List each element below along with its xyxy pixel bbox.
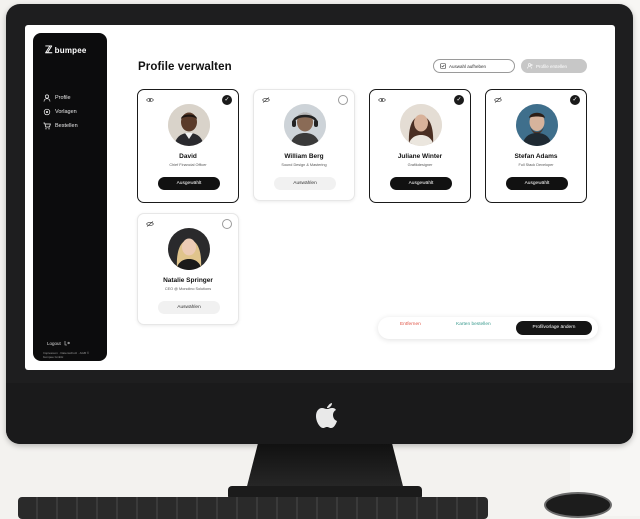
cart-icon	[43, 122, 51, 130]
desktop-scene: ℤ bumpee Profile Vorlagen Bestellen Logo…	[0, 0, 640, 519]
avatar	[516, 104, 558, 146]
select-button[interactable]: Ausgewählt	[390, 177, 452, 190]
profile-name: Juliane Winter	[397, 153, 443, 160]
select-button[interactable]: Auswählen	[158, 301, 220, 314]
sidebar-item-profile[interactable]: Profile	[43, 91, 78, 105]
sidebar-item-vorlagen[interactable]: Vorlagen	[43, 105, 78, 119]
profile-name: William Berg	[284, 153, 324, 160]
eye-icon[interactable]	[146, 97, 154, 103]
logout-label: Logout	[47, 340, 61, 346]
screen: ℤ bumpee Profile Vorlagen Bestellen Logo…	[25, 25, 615, 370]
unselected-check-icon[interactable]	[338, 95, 348, 105]
profile-role: Full Stack Developer	[518, 163, 554, 167]
profile-role: Sound Design & Mastering	[281, 163, 327, 167]
order-cards-button[interactable]: Karten bestellen	[456, 322, 491, 327]
profile-card[interactable]: Natalie Springer CEO @ Monolino Solution…	[137, 213, 239, 325]
profile-card[interactable]: ✓ David Chief Financial Officer Ausgewäh…	[137, 89, 239, 203]
sidebar-item-label: Bestellen	[55, 123, 78, 129]
apple-logo-icon	[316, 403, 337, 428]
eye-off-icon[interactable]	[262, 97, 270, 103]
logo[interactable]: ℤ bumpee	[45, 45, 87, 56]
profile-name: Natalie Springer	[163, 277, 213, 284]
eye-icon[interactable]	[378, 97, 386, 103]
selected-check-icon[interactable]: ✓	[570, 95, 580, 105]
add-user-icon	[527, 63, 533, 69]
add-profile-label: Profile erstellen	[536, 63, 568, 69]
avatar	[168, 228, 210, 270]
profile-icon	[43, 94, 51, 102]
change-template-button[interactable]: Profilvorlage ändern	[516, 321, 592, 335]
selected-check-icon[interactable]: ✓	[454, 95, 464, 105]
templates-icon	[43, 108, 51, 116]
sidebar: ℤ bumpee Profile Vorlagen Bestellen Logo…	[33, 33, 107, 361]
logout-button[interactable]: Logout	[47, 340, 70, 346]
profile-card[interactable]: William Berg Sound Design & Mastering Au…	[253, 89, 355, 201]
logo-text: bumpee	[54, 46, 87, 55]
avatar	[168, 104, 210, 146]
profile-role: CEO @ Monolino Solutions	[164, 287, 212, 291]
select-button[interactable]: Ausgewählt	[506, 177, 568, 190]
select-button[interactable]: Ausgewählt	[158, 177, 220, 190]
eye-off-icon[interactable]	[146, 221, 154, 227]
checkbox-icon	[440, 63, 446, 69]
selection-action-bar: Entfernen Karten bestellen Profilvorlage…	[378, 317, 598, 339]
profile-card[interactable]: ✓ Juliane Winter Grafikdesigner Ausgewäh…	[369, 89, 471, 203]
sidebar-item-label: Profile	[55, 95, 71, 101]
avatar	[284, 104, 326, 146]
logout-icon	[64, 341, 70, 346]
unselected-check-icon[interactable]	[222, 219, 232, 229]
sidebar-item-label: Vorlagen	[55, 109, 77, 115]
profile-role: Grafikdesigner	[407, 163, 433, 167]
logo-mark-icon: ℤ	[45, 45, 53, 56]
page-title: Profile verwalten	[138, 61, 232, 73]
legal-footer: Impressum · Datenschutz · AGB © bumpee G…	[43, 351, 90, 359]
eye-off-icon[interactable]	[494, 97, 502, 103]
sidebar-item-bestellen[interactable]: Bestellen	[43, 119, 78, 133]
avatar	[400, 104, 442, 146]
remove-selection-button[interactable]: Auswahl aufheben	[433, 59, 515, 73]
profile-role: Chief Financial Officer	[169, 163, 207, 167]
profile-name: David	[179, 153, 197, 160]
profile-name: Stefan Adams	[514, 153, 558, 160]
remove-button[interactable]: Entfernen	[400, 322, 421, 327]
mouse	[544, 492, 612, 518]
selected-check-icon[interactable]: ✓	[222, 95, 232, 105]
profile-card[interactable]: ✓ Stefan Adams Full Stack Developer Ausg…	[485, 89, 587, 203]
select-button[interactable]: Auswählen	[274, 177, 336, 190]
sidebar-nav: Profile Vorlagen Bestellen	[43, 91, 78, 133]
add-profile-button[interactable]: Profile erstellen	[521, 59, 587, 73]
remove-selection-label: Auswahl aufheben	[449, 63, 487, 69]
